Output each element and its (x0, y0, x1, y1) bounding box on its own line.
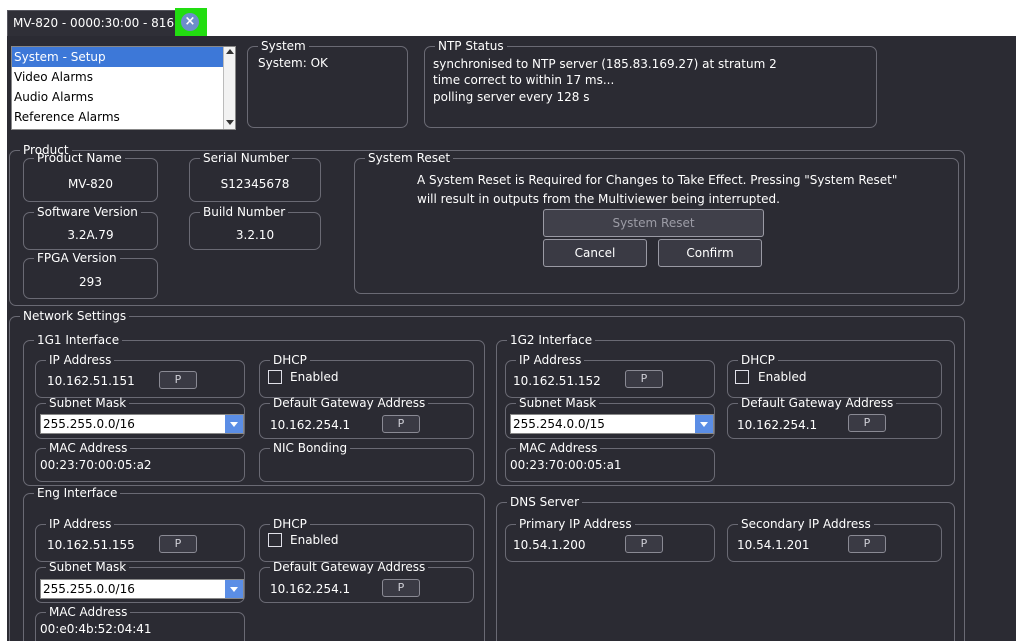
build-number-value: 3.2.10 (235, 228, 275, 242)
dns-primary-label: Primary IP Address (519, 517, 632, 531)
scroll-down-icon[interactable] (226, 120, 234, 125)
system-reset-legend: System Reset (368, 151, 451, 165)
g2-subnet-value: 255.254.0.0/15 (513, 417, 605, 431)
nav-item-system-setup[interactable]: System - Setup (12, 47, 235, 67)
g1-interface-legend: 1G1 Interface (37, 333, 120, 347)
g2-ip-label: IP Address (519, 353, 582, 367)
eng-subnet-select[interactable]: 255.255.0.0/16 (40, 579, 244, 599)
system-legend: System (261, 39, 306, 53)
ntp-line-1: synchronised to NTP server (185.83.169.2… (433, 57, 777, 71)
eng-ip-value: 10.162.51.155 (47, 538, 135, 552)
g1-ip-label: IP Address (49, 353, 112, 367)
nav-item-audio-alarms[interactable]: Audio Alarms (12, 87, 235, 107)
eng-dhcp-checkbox[interactable] (268, 533, 282, 547)
dns-secondary-value: 10.54.1.201 (737, 538, 810, 552)
eng-gateway-label: Default Gateway Address (273, 560, 426, 574)
g1-subnet-select[interactable]: 255.255.0.0/16 (40, 414, 244, 434)
dns-secondary-p-button[interactable]: P (848, 535, 886, 553)
system-reset-message-1: A System Reset is Required for Changes t… (417, 173, 898, 187)
eng-ip-label: IP Address (49, 517, 112, 531)
g1-ip-p-button[interactable]: P (159, 371, 197, 389)
g1-ip-value: 10.162.51.151 (47, 374, 135, 388)
ntp-line-2: time correct to within 17 ms... (433, 73, 615, 87)
g1-nic-bonding-label: NIC Bonding (273, 441, 348, 455)
chevron-down-icon[interactable] (695, 415, 713, 433)
serial-number-label: Serial Number (203, 151, 289, 165)
g2-ip-p-button[interactable]: P (625, 370, 663, 388)
g1-mac-value: 00:23:70:00:05:a2 (40, 458, 152, 472)
nav-item-reference-alarms[interactable]: Reference Alarms (12, 107, 235, 127)
network-settings-legend: Network Settings (23, 309, 127, 323)
eng-interface-legend: Eng Interface (37, 486, 118, 500)
eng-subnet-label: Subnet Mask (49, 560, 127, 574)
ntp-line-3: polling server every 128 s (433, 90, 590, 104)
confirm-button[interactable]: Confirm (658, 239, 762, 267)
fpga-version-label: FPGA Version (37, 251, 117, 265)
tab-bar: MV-820 - 0000:30:00 - 816 × (0, 0, 1016, 36)
cancel-button[interactable]: Cancel (543, 239, 647, 267)
dns-server-legend: DNS Server (510, 495, 579, 509)
g2-dhcp-checkbox[interactable] (735, 370, 749, 384)
eng-dhcp-label: DHCP (273, 517, 307, 531)
g2-gateway-value: 10.162.254.1 (737, 418, 818, 432)
dns-secondary-label: Secondary IP Address (741, 517, 871, 531)
serial-number-value: S12345678 (220, 177, 290, 191)
scroll-up-icon[interactable] (226, 49, 234, 54)
eng-subnet-value: 255.255.0.0/16 (43, 582, 135, 596)
product-name-value: MV-820 (67, 177, 114, 191)
g2-mac-label: MAC Address (519, 441, 598, 455)
main-panel: System - Setup Video Alarms Audio Alarms… (7, 36, 1016, 641)
nav-list-scrollbar[interactable] (223, 47, 235, 129)
tab-title: MV-820 - 0000:30:00 - 816 (13, 16, 175, 30)
g1-dhcp-enabled-label: Enabled (290, 370, 339, 384)
g2-dhcp-label: DHCP (741, 353, 775, 367)
g2-mac-value: 00:23:70:00:05:a1 (510, 458, 622, 472)
g1-mac-label: MAC Address (49, 441, 128, 455)
software-version-value: 3.2A.79 (67, 228, 114, 242)
g2-ip-value: 10.162.51.152 (513, 374, 601, 388)
system-reset-message-2: will result in outputs from the Multivie… (417, 192, 780, 206)
nav-item-video-alarms[interactable]: Video Alarms (12, 67, 235, 87)
dns-primary-value: 10.54.1.200 (513, 538, 586, 552)
g1-dhcp-checkbox[interactable] (268, 370, 282, 384)
close-icon[interactable]: × (181, 13, 199, 31)
g1-gateway-value: 10.162.254.1 (270, 418, 351, 432)
dns-primary-p-button[interactable]: P (625, 535, 663, 553)
eng-mac-label: MAC Address (49, 605, 128, 619)
g2-gateway-label: Default Gateway Address (741, 396, 894, 410)
eng-gateway-value: 10.162.254.1 (270, 582, 351, 596)
g1-gateway-p-button[interactable]: P (382, 415, 420, 433)
g1-subnet-value: 255.255.0.0/16 (43, 417, 135, 431)
g1-dhcp-label: DHCP (273, 353, 307, 367)
g1-subnet-label: Subnet Mask (49, 396, 127, 410)
g2-gateway-p-button[interactable]: P (848, 414, 886, 432)
system-status: System: OK (258, 56, 328, 70)
g2-dhcp-enabled-label: Enabled (758, 370, 807, 384)
software-version-label: Software Version (37, 205, 138, 219)
tab-close-highlight: × (175, 8, 207, 36)
g1-gateway-label: Default Gateway Address (273, 396, 426, 410)
product-name-label: Product Name (37, 151, 122, 165)
eng-ip-p-button[interactable]: P (159, 535, 197, 553)
g2-interface-legend: 1G2 Interface (510, 333, 593, 347)
eng-dhcp-enabled-label: Enabled (290, 533, 339, 547)
nav-list[interactable]: System - Setup Video Alarms Audio Alarms… (11, 46, 236, 130)
g1-nic-bonding-box: NIC Bonding (259, 442, 474, 482)
chevron-down-icon[interactable] (225, 580, 243, 598)
eng-gateway-p-button[interactable]: P (382, 579, 420, 597)
system-reset-button[interactable]: System Reset (543, 209, 764, 237)
eng-mac-value: 00:e0:4b:52:04:41 (40, 622, 152, 636)
fpga-version-value: 293 (79, 275, 102, 289)
system-group: System (247, 40, 408, 128)
g2-subnet-select[interactable]: 255.254.0.0/15 (510, 414, 714, 434)
build-number-label: Build Number (203, 205, 286, 219)
g2-subnet-label: Subnet Mask (519, 396, 597, 410)
chevron-down-icon[interactable] (225, 415, 243, 433)
ntp-legend: NTP Status (438, 39, 504, 53)
